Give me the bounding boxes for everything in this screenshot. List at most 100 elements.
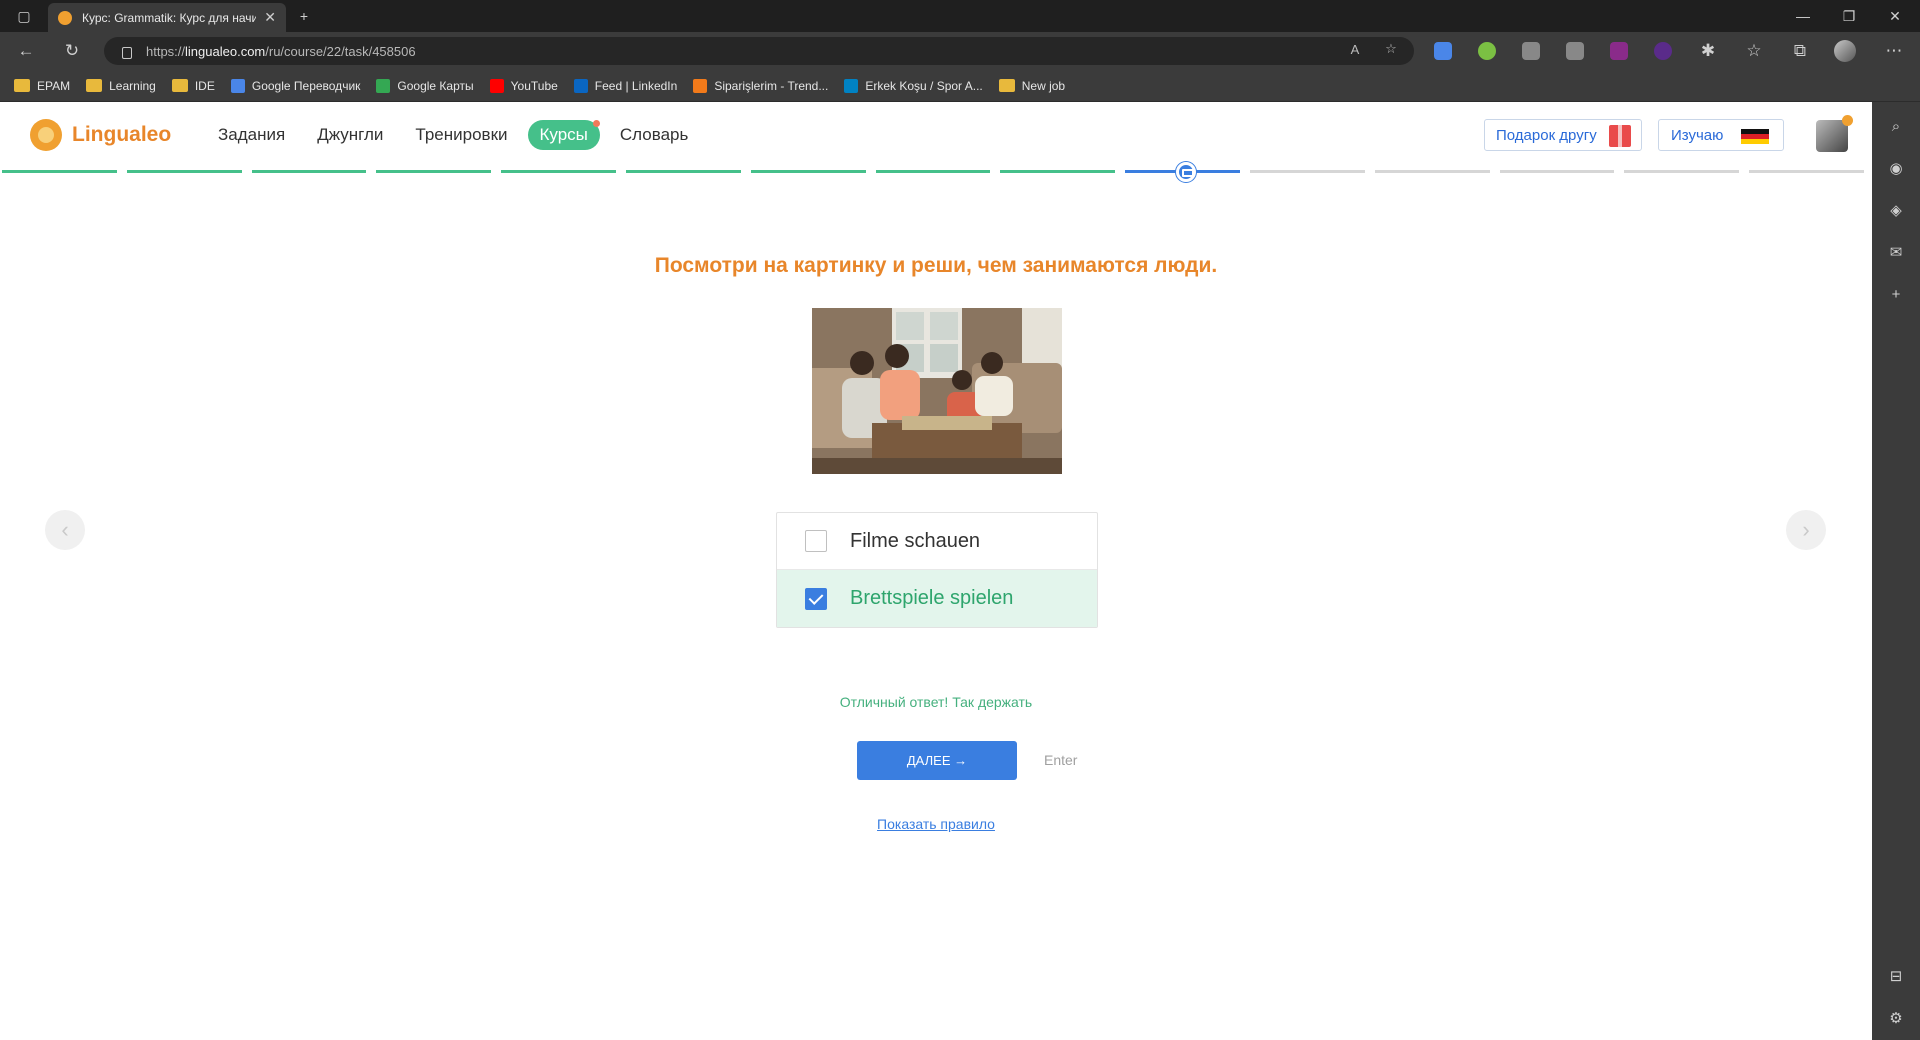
collections-icon[interactable]: ⧉ <box>1788 39 1812 63</box>
learning-language-button[interactable]: Изучаю <box>1658 119 1784 151</box>
favorites-icon[interactable]: ☆ <box>1742 39 1766 63</box>
menu-item[interactable]: Джунгли <box>305 120 395 150</box>
tab-title: Курс: Grammatik: Курс для начи <box>82 10 257 25</box>
graduation-cap-icon <box>1175 162 1196 182</box>
answer-option-label: Filme schauen <box>850 529 981 552</box>
google-translate-icon <box>230 78 245 93</box>
close-tab-icon[interactable]: ✕ <box>264 9 276 26</box>
folder-icon <box>171 79 188 92</box>
progress-segment[interactable] <box>875 170 991 173</box>
new-tab-icon[interactable]: + <box>292 4 316 28</box>
gift-friend-button[interactable]: Подарок другу <box>1484 119 1642 151</box>
bookmark-item[interactable]: EPAM <box>14 79 70 93</box>
browser-tabstrip: ▢ Курс: Grammatik: Курс для начи ✕ + — ❐… <box>0 0 1920 32</box>
bookmark-item[interactable]: Google Переводчик <box>230 78 360 93</box>
extensions-puzzle-icon[interactable]: ✱ <box>1696 39 1720 63</box>
next-task-arrow-button[interactable]: › <box>1786 510 1826 550</box>
progress-segment[interactable] <box>1000 170 1116 173</box>
extension-icon[interactable] <box>1610 42 1628 60</box>
bookmark-label: Learning <box>109 78 156 93</box>
next-button[interactable]: ДАЛЕЕ → <box>857 741 1017 780</box>
extension-icon[interactable] <box>1566 42 1584 60</box>
hide-sidebar-icon[interactable]: ⊟ <box>1886 966 1906 986</box>
outlook-icon[interactable]: ✉ <box>1886 242 1906 262</box>
progress-segment[interactable] <box>2 170 117 173</box>
checkbox-icon[interactable] <box>805 530 827 552</box>
notification-badge-icon <box>1842 115 1853 126</box>
add-app-icon[interactable]: + <box>1886 284 1906 304</box>
answer-option[interactable]: Brettspiele spielen <box>777 570 1097 627</box>
bing-chat-icon[interactable]: ◉ <box>1886 158 1906 178</box>
bookmark-label: EPAM <box>37 78 71 93</box>
lingualeo-favicon-icon <box>58 10 72 25</box>
bookmark-label: New job <box>1021 78 1066 93</box>
checkbox-checked-icon[interactable] <box>805 587 827 610</box>
bookmark-item[interactable]: Siparişlerim - Trend... <box>693 78 828 93</box>
previous-task-button[interactable]: ‹ <box>45 510 85 550</box>
favorite-star-icon[interactable]: ☆ <box>1380 38 1402 60</box>
menu-item[interactable]: Задания <box>206 120 297 150</box>
task-question: Посмотри на картинку и реши, чем занимаю… <box>654 254 1218 277</box>
menu-item[interactable]: Тренировки <box>403 120 519 150</box>
profile-avatar-icon[interactable] <box>1834 40 1856 62</box>
progress-segment[interactable] <box>1250 170 1365 173</box>
progress-segment[interactable] <box>1624 170 1740 173</box>
google-maps-icon <box>376 78 391 93</box>
menu-item-label: Тренировки <box>415 125 508 144</box>
notification-dot-icon <box>592 120 600 127</box>
menu-item-label: Задания <box>218 125 286 144</box>
show-rule-link[interactable]: Показать правило <box>877 816 995 832</box>
translate-extension-icon[interactable] <box>1434 42 1452 60</box>
menu-item[interactable]: Словарь <box>608 120 700 150</box>
tab-actions-icon[interactable]: ▢ <box>12 4 36 28</box>
minimize-icon[interactable]: — <box>1780 0 1826 32</box>
settings-gear-icon[interactable]: ⚙ <box>1886 1008 1906 1028</box>
lingualeo-logo[interactable]: Lingualeo <box>30 119 171 151</box>
extension-icon[interactable] <box>1522 42 1540 60</box>
extension-icon[interactable] <box>1654 42 1672 60</box>
green-extension-icon[interactable] <box>1478 42 1496 60</box>
refresh-icon[interactable]: ↻ <box>60 39 84 63</box>
progress-segment[interactable] <box>1499 170 1615 173</box>
bookmark-label: Feed | LinkedIn <box>594 78 678 93</box>
progress-segment[interactable] <box>1374 170 1490 173</box>
chevron-left-icon: ‹ <box>61 517 69 542</box>
progress-segment[interactable] <box>251 170 367 173</box>
close-window-icon[interactable]: ✕ <box>1872 0 1918 32</box>
answer-option[interactable]: Filme schauen <box>777 513 1097 570</box>
more-menu-icon[interactable]: ⋯ <box>1882 39 1906 63</box>
browser-tab-active[interactable]: Курс: Grammatik: Курс для начи ✕ <box>48 3 286 32</box>
bookmark-item[interactable]: New job <box>998 78 1066 93</box>
read-aloud-icon[interactable]: A <box>1344 38 1366 60</box>
bookmark-item[interactable]: IDE <box>171 79 215 93</box>
restore-icon[interactable]: ❐ <box>1826 0 1872 32</box>
family-boardgame-photo <box>812 308 1062 474</box>
progress-segment[interactable] <box>1749 170 1864 173</box>
menu-item-label: Словарь <box>619 125 689 144</box>
bookmark-item[interactable]: Erkek Koşu / Spor A... <box>844 78 983 93</box>
progress-segment[interactable] <box>626 170 741 173</box>
games-icon[interactable]: ◈ <box>1886 200 1906 220</box>
progress-segment[interactable] <box>501 170 616 173</box>
back-icon[interactable]: ← <box>14 39 38 63</box>
linkedin-icon <box>573 78 588 93</box>
progress-segment[interactable] <box>126 170 242 173</box>
url-host: lingualeo.com <box>185 43 266 59</box>
folder-icon <box>998 79 1015 92</box>
answer-options: Filme schauen Brettspiele spielen <box>776 512 1098 628</box>
menu-item[interactable]: Курсы <box>527 120 600 150</box>
bookmark-item[interactable]: YouTube <box>489 78 558 93</box>
folder-icon <box>14 79 30 92</box>
search-icon[interactable]: ⌕ <box>1886 116 1906 136</box>
address-bar[interactable]: https://lingualeo.com/ru/course/22/task/… <box>104 37 1414 65</box>
bookmark-item[interactable]: Google Карты <box>376 78 474 93</box>
user-avatar[interactable] <box>1816 115 1853 152</box>
edge-sidebar: ⌕ ◉ ◈ ✉ + ⊟ ⚙ <box>1872 102 1920 1040</box>
bookmark-item[interactable]: Feed | LinkedIn <box>573 78 678 93</box>
germany-flag-icon <box>1741 129 1769 144</box>
bookmark-label: Erkek Koşu / Spor A... <box>865 78 983 93</box>
progress-segment[interactable] <box>750 170 866 173</box>
folder-icon <box>86 79 103 92</box>
bookmark-item[interactable]: Learning <box>86 79 156 93</box>
progress-segment[interactable] <box>376 170 492 173</box>
